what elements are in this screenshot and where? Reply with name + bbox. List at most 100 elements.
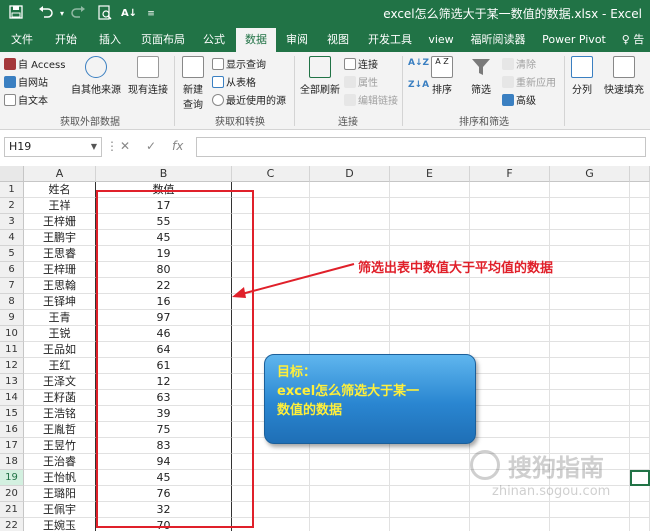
cell-empty[interactable] [310, 198, 390, 214]
cell-empty[interactable] [390, 502, 470, 518]
cell-empty[interactable] [550, 374, 630, 390]
cell-empty[interactable] [630, 326, 650, 342]
cell-empty[interactable] [630, 182, 650, 198]
cell-value[interactable]: 39 [96, 406, 232, 422]
cell-empty[interactable] [232, 518, 310, 531]
cell-empty[interactable] [232, 486, 310, 502]
cell-empty[interactable] [470, 518, 550, 531]
cell-empty[interactable] [550, 230, 630, 246]
cell-empty[interactable] [550, 246, 630, 262]
cell-value[interactable]: 70 [96, 518, 232, 531]
cell-name[interactable]: 王铎坤 [24, 294, 96, 310]
cell-empty[interactable] [470, 326, 550, 342]
cell-name[interactable]: 王锐 [24, 326, 96, 342]
from-other-sources-button[interactable]: 自其他来源 [70, 56, 122, 96]
cell-value[interactable]: 63 [96, 390, 232, 406]
cell-empty[interactable] [630, 294, 650, 310]
cell-empty[interactable] [630, 246, 650, 262]
recent-sources-button[interactable]: 最近使用的源 [212, 92, 286, 107]
reapply-button[interactable]: 重新应用 [502, 74, 556, 89]
cell-empty[interactable] [550, 422, 630, 438]
cell-empty[interactable] [630, 230, 650, 246]
undo-icon[interactable] [36, 5, 56, 23]
cell-value[interactable]: 76 [96, 486, 232, 502]
cell-empty[interactable] [232, 502, 310, 518]
cell-empty[interactable] [470, 422, 550, 438]
filter-button[interactable]: 筛选 [466, 56, 496, 96]
row-header[interactable]: 1 [0, 182, 24, 198]
cell-value[interactable]: 16 [96, 294, 232, 310]
formula-input[interactable] [196, 137, 646, 157]
tab-page-layout[interactable]: 页面布局 [136, 28, 190, 52]
cell-empty[interactable] [550, 182, 630, 198]
row-header[interactable]: 9 [0, 310, 24, 326]
cell-empty[interactable] [550, 214, 630, 230]
sort-button[interactable]: A Z 排序 [428, 56, 456, 96]
cell-value[interactable]: 94 [96, 454, 232, 470]
row-header[interactable]: 15 [0, 406, 24, 422]
cell-empty[interactable] [630, 262, 650, 278]
cell-empty[interactable] [390, 278, 470, 294]
cell-value[interactable]: 83 [96, 438, 232, 454]
row-header[interactable]: 19 [0, 470, 24, 486]
row-header[interactable]: 4 [0, 230, 24, 246]
cell-empty[interactable] [470, 230, 550, 246]
column-header-d[interactable]: D [310, 166, 390, 182]
from-table-button[interactable]: 从表格 [212, 74, 256, 89]
insert-function-icon[interactable]: fx [172, 139, 183, 153]
cell-name[interactable]: 王梓珊 [24, 262, 96, 278]
column-header-f[interactable]: F [470, 166, 550, 182]
cell-empty[interactable] [550, 390, 630, 406]
cell-name[interactable]: 王治睿 [24, 454, 96, 470]
cell-empty[interactable] [390, 198, 470, 214]
cell-empty[interactable] [390, 470, 470, 486]
cell-empty[interactable] [310, 454, 390, 470]
from-text-button[interactable]: 自文本 [4, 92, 48, 107]
cell-name[interactable]: 王品如 [24, 342, 96, 358]
cell-name[interactable]: 王梓姗 [24, 214, 96, 230]
cell-empty[interactable] [470, 214, 550, 230]
cell-empty[interactable] [550, 198, 630, 214]
advanced-button[interactable]: 高级 [502, 92, 536, 107]
cell-empty[interactable] [390, 214, 470, 230]
tab-review[interactable]: 审阅 [282, 28, 312, 52]
sort-ascending-icon[interactable]: A↓Z [408, 58, 429, 68]
name-box[interactable]: H19 ▼ [4, 137, 102, 157]
undo-dropdown-icon[interactable]: ▾ [58, 5, 66, 23]
tab-developer[interactable]: 开发工具 [364, 28, 416, 52]
cell-empty[interactable] [550, 310, 630, 326]
column-header-a[interactable]: A [24, 166, 96, 182]
cell-value[interactable]: 55 [96, 214, 232, 230]
cell-name[interactable]: 王籽菡 [24, 390, 96, 406]
row-header[interactable]: 22 [0, 518, 24, 531]
cell-empty[interactable] [630, 310, 650, 326]
cell-name[interactable]: 王思睿 [24, 246, 96, 262]
cell-empty[interactable] [232, 182, 310, 198]
tab-view-en[interactable]: view [426, 28, 456, 52]
customize-icon[interactable]: ≡ [146, 5, 156, 23]
tab-file[interactable]: 文件 [4, 28, 40, 52]
cell-empty[interactable] [232, 198, 310, 214]
cell-empty[interactable] [310, 470, 390, 486]
cell-empty[interactable] [310, 486, 390, 502]
column-header-b[interactable]: B [96, 166, 232, 182]
cell-empty[interactable] [470, 342, 550, 358]
cell-empty[interactable] [390, 326, 470, 342]
cell-empty[interactable] [310, 310, 390, 326]
cell-empty[interactable] [390, 230, 470, 246]
cell-name[interactable]: 姓名 [24, 182, 96, 198]
column-header-e[interactable]: E [390, 166, 470, 182]
cell-empty[interactable] [630, 374, 650, 390]
row-header[interactable]: 3 [0, 214, 24, 230]
column-header-g[interactable]: G [550, 166, 630, 182]
from-web-button[interactable]: 自网站 [4, 74, 48, 89]
cell-value[interactable]: 45 [96, 230, 232, 246]
cell-empty[interactable] [550, 342, 630, 358]
cell-empty[interactable] [550, 358, 630, 374]
cell-empty[interactable] [232, 230, 310, 246]
row-header[interactable]: 12 [0, 358, 24, 374]
flash-fill-button[interactable]: 快速填充 [600, 56, 648, 96]
cell-empty[interactable] [232, 310, 310, 326]
cell-empty[interactable] [390, 486, 470, 502]
select-all-corner[interactable] [0, 166, 24, 182]
